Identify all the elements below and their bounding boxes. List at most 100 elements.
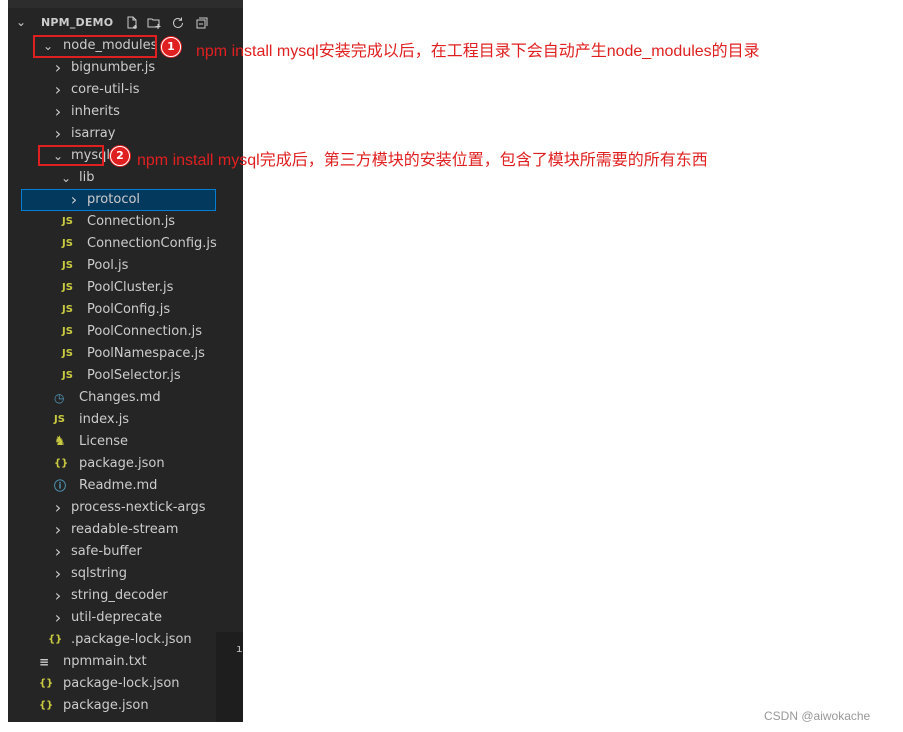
- chevron-down-icon[interactable]: ⌄: [60, 167, 72, 189]
- chevron-right-icon[interactable]: ›: [52, 79, 64, 101]
- explorer-header[interactable]: ⌄ NPM_DEMO: [8, 12, 243, 34]
- tree-file-package-json[interactable]: {} package.json: [8, 695, 243, 717]
- tree-folder-safe-buffer[interactable]: › safe-buffer: [8, 541, 243, 563]
- tree-file-index-js[interactable]: JS index.js: [8, 409, 243, 431]
- tree-item-label: PoolCluster.js: [87, 280, 174, 295]
- js-file-icon: JS: [62, 216, 73, 227]
- tree-item-label: sqlstring: [71, 566, 127, 581]
- tree-folder-isarray[interactable]: › isarray: [8, 123, 243, 145]
- tree-folder-string-decoder[interactable]: › string_decoder: [8, 585, 243, 607]
- js-file-icon: JS: [62, 304, 73, 315]
- chevron-right-icon[interactable]: ›: [52, 519, 64, 541]
- tree-folder-core-util-is[interactable]: › core-util-is: [8, 79, 243, 101]
- annotation-note-2: npm install mysql完成后，第三方模块的安装位置，包含了模块所需要…: [137, 152, 708, 169]
- tree-item-label: index.js: [79, 412, 130, 427]
- js-file-icon: JS: [62, 260, 73, 271]
- tree-item-label: Readme.md: [79, 478, 158, 493]
- js-file-icon: JS: [62, 326, 73, 337]
- tree-file-changes-md[interactable]: ◷ Changes.md: [8, 387, 243, 409]
- tree-file-pool-js[interactable]: JS Pool.js: [8, 255, 243, 277]
- chevron-right-icon[interactable]: ›: [68, 189, 80, 211]
- watermark: CSDN @aiwokache: [764, 709, 871, 723]
- tree-file-poolcluster-js[interactable]: JS PoolCluster.js: [8, 277, 243, 299]
- tree-item-label: core-util-is: [71, 82, 140, 97]
- tree-file-poolnamespace-js[interactable]: JS PoolNamespace.js: [8, 343, 243, 365]
- tree-folder-sqlstring[interactable]: › sqlstring: [8, 563, 243, 585]
- js-file-icon: JS: [62, 282, 73, 293]
- chevron-right-icon[interactable]: ›: [52, 541, 64, 563]
- editor-area-fragment: ı: [216, 632, 243, 722]
- js-file-icon: JS: [62, 370, 73, 381]
- chevron-right-icon[interactable]: ›: [52, 497, 64, 519]
- tree-item-label: readable-stream: [71, 522, 179, 537]
- tree-file-connectionconfig-js[interactable]: JS ConnectionConfig.js: [8, 233, 243, 255]
- tree-item-label: package-lock.json: [63, 676, 180, 691]
- collapse-all-icon[interactable]: [194, 15, 210, 31]
- tree-item-label: npmmain.txt: [63, 654, 147, 669]
- tree-item-label: inherits: [71, 104, 120, 119]
- chevron-right-icon[interactable]: ›: [52, 563, 64, 585]
- tree-item-label: string_decoder: [71, 588, 168, 603]
- editor-glyph: ı: [236, 642, 243, 655]
- new-folder-icon[interactable]: [146, 15, 162, 31]
- tree-item-label: Changes.md: [79, 390, 161, 405]
- js-file-icon: JS: [62, 348, 73, 359]
- chevron-right-icon[interactable]: ›: [52, 101, 64, 123]
- tree-item-label: ConnectionConfig.js: [87, 236, 217, 251]
- tree-item-label: PoolConnection.js: [87, 324, 202, 339]
- tree-item-label: lib: [79, 170, 95, 185]
- chevron-right-icon[interactable]: ›: [52, 57, 64, 79]
- tree-file-npmmain-txt[interactable]: ≡ npmmain.txt: [8, 651, 243, 673]
- new-file-icon[interactable]: [124, 15, 140, 31]
- clock-icon: ◷: [54, 391, 65, 405]
- js-file-icon: JS: [54, 414, 65, 425]
- tree-item-label: package.json: [79, 456, 165, 471]
- tree-file-package-lock-json[interactable]: {} package-lock.json: [8, 673, 243, 695]
- tree-file-readme-md[interactable]: ⓘ Readme.md: [8, 475, 243, 497]
- tree-file-poolconfig-js[interactable]: JS PoolConfig.js: [8, 299, 243, 321]
- json-file-icon: {}: [39, 678, 54, 689]
- tree-folder-inherits[interactable]: › inherits: [8, 101, 243, 123]
- tree-item-label: bignumber.js: [71, 60, 156, 75]
- tree-item-label: .package-lock.json: [71, 632, 192, 647]
- panel-top-edge: [8, 0, 243, 8]
- tree-item-label: License: [79, 434, 129, 449]
- tree-item-label: PoolNamespace.js: [87, 346, 205, 361]
- tree-folder-readable-stream[interactable]: › readable-stream: [8, 519, 243, 541]
- license-icon: ♞: [54, 434, 66, 449]
- tree-file-license[interactable]: ♞ License: [8, 431, 243, 453]
- annotation-badge-1: 1: [161, 37, 181, 57]
- chevron-right-icon[interactable]: ›: [52, 123, 64, 145]
- json-file-icon: {}: [39, 700, 54, 711]
- tree-item-label: package.json: [63, 698, 149, 713]
- tree-item-label: Connection.js: [87, 214, 176, 229]
- explorer-panel: ⌄ NPM_DEMO ⌄ node_modules › bignumber.js › co…: [8, 0, 243, 722]
- chevron-right-icon[interactable]: ›: [52, 607, 64, 629]
- tree-folder-lib[interactable]: ⌄ lib: [8, 167, 243, 189]
- tree-item-label: PoolConfig.js: [87, 302, 171, 317]
- tree-item-label: safe-buffer: [71, 544, 142, 559]
- chevron-down-icon[interactable]: ⌄: [16, 15, 26, 29]
- json-file-icon: {}: [54, 458, 69, 469]
- refresh-icon[interactable]: [170, 15, 186, 31]
- tree-file-package-lock-json[interactable]: {} .package-lock.json: [8, 629, 243, 651]
- tree-file-poolselector-js[interactable]: JS PoolSelector.js: [8, 365, 243, 387]
- tree-item-label: process-nextick-args: [71, 500, 206, 515]
- annotation-note-1: npm install mysql安装完成以后，在工程目录下会自动产生node_…: [196, 43, 760, 60]
- tree-item-label: util-deprecate: [71, 610, 163, 625]
- highlight-box-mysql: [38, 145, 104, 166]
- tree-folder-util-deprecate[interactable]: › util-deprecate: [8, 607, 243, 629]
- tree-folder-protocol[interactable]: › protocol: [21, 189, 216, 211]
- info-icon: ⓘ: [54, 479, 67, 493]
- highlight-box-node-modules: [33, 35, 157, 58]
- text-file-icon: ≡: [39, 655, 50, 669]
- chevron-right-icon[interactable]: ›: [52, 585, 64, 607]
- annotation-badge-2: 2: [110, 146, 130, 166]
- tree-file-package-json[interactable]: {} package.json: [8, 453, 243, 475]
- json-file-icon: {}: [48, 634, 63, 645]
- tree-file-poolconnection-js[interactable]: JS PoolConnection.js: [8, 321, 243, 343]
- tree-item-label: Pool.js: [87, 258, 129, 273]
- tree-file-connection-js[interactable]: JS Connection.js: [8, 211, 243, 233]
- js-file-icon: JS: [62, 238, 73, 249]
- tree-folder-process-nextick-args[interactable]: › process-nextick-args: [8, 497, 243, 519]
